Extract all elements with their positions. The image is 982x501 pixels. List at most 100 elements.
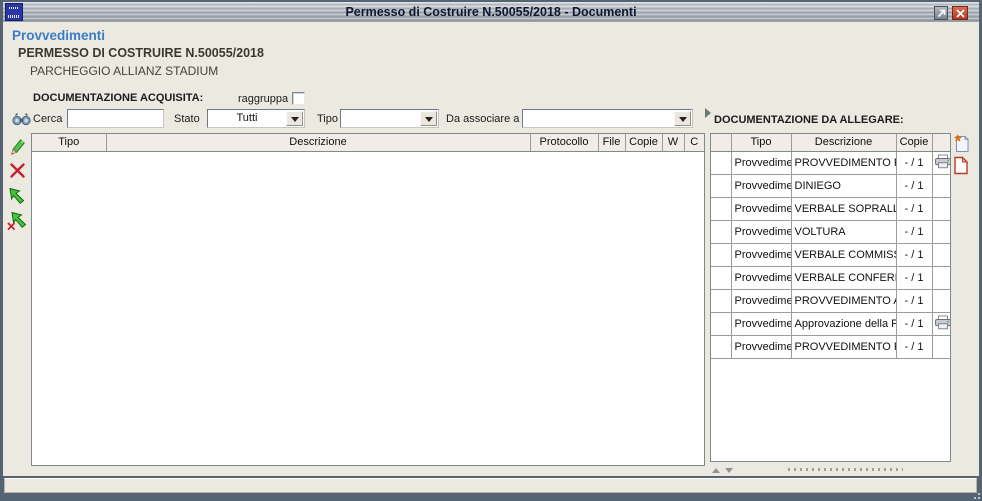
main-content: Provvedimenti PERMESSO DI COSTRUIRE N.50… (3, 22, 979, 476)
column-header-copie[interactable]: Copie (625, 134, 663, 152)
column-header-descrizione[interactable]: Descrizione (106, 134, 531, 152)
column-header-descrizione[interactable]: Descrizione (791, 134, 897, 152)
table-row[interactable]: ProvvedimentiPROVVEDIMENTO FINA- / 1 (711, 335, 950, 359)
table-row[interactable]: ProvvedimentiPROVVEDIMENTO FINA- / 1 (711, 151, 951, 175)
row-selector-cell (711, 220, 732, 244)
cell-copie: - / 1 (896, 174, 933, 198)
permit-title: PERMESSO DI COSTRUIRE N.50055/2018 (18, 46, 264, 60)
table-row[interactable]: ProvvedimentiVERBALE COMMISSION- / 1 (711, 243, 950, 267)
cell-print (932, 151, 951, 175)
raggruppa-checkbox[interactable] (292, 92, 305, 105)
cell-tipo: Provvedimenti (731, 220, 792, 244)
row-selector-cell (711, 266, 732, 290)
acquired-table-header: Tipo Descrizione Protocollo File Copie W C (32, 134, 704, 152)
cell-copie: - / 1 (896, 335, 933, 359)
red-document-icon (954, 155, 969, 174)
associate-button[interactable] (5, 184, 29, 207)
column-header-file[interactable]: File (598, 134, 626, 152)
tipo-select[interactable] (340, 109, 439, 128)
printer-icon[interactable] (934, 154, 951, 169)
row-selector-cell (711, 312, 732, 336)
delete-button[interactable] (5, 159, 29, 182)
raggruppa-label: raggruppa (238, 93, 289, 105)
cell-tipo: Provvedimenti (731, 266, 792, 290)
cell-print (932, 312, 951, 336)
cell-print (932, 243, 950, 267)
row-selector-cell (711, 174, 732, 198)
column-header-tipo[interactable]: Tipo (32, 134, 107, 152)
pencil-icon (11, 138, 25, 155)
resize-grip[interactable] (973, 492, 981, 500)
cell-tipo: Provvedimenti (731, 312, 792, 336)
cell-tipo: Provvedimenti (731, 151, 792, 175)
breadcrumb[interactable]: Provvedimenti (12, 28, 105, 43)
chevron-down-icon[interactable] (286, 111, 303, 126)
cell-print (932, 197, 950, 221)
cell-print (932, 220, 950, 244)
cell-descrizione: PROVVEDIMENTO FINA (791, 151, 897, 175)
table-row[interactable]: ProvvedimentiVERBALE SOPRALLUOG- / 1 (711, 197, 950, 221)
column-header-c[interactable]: C (684, 134, 704, 152)
column-header[interactable] (932, 134, 950, 152)
da-associare-label: Da associare a (446, 113, 520, 125)
section-label-da-allegare: DOCUMENTAZIONE DA ALLEGARE: (714, 114, 904, 126)
row-selector-cell (711, 289, 732, 313)
column-header-protocollo[interactable]: Protocollo (530, 134, 599, 152)
close-x-icon (955, 8, 965, 18)
titlebar[interactable]: Permesso di Costruire N.50055/2018 - Doc… (3, 2, 979, 22)
table-row[interactable]: ProvvedimentiPROVVEDIMENTO ACC- / 1 (711, 289, 950, 313)
splitter-expand-up-icon[interactable] (712, 468, 720, 473)
splitter-expand-down-icon[interactable] (725, 468, 733, 473)
cell-tipo: Provvedimenti (731, 289, 792, 313)
cell-tipo: Provvedimenti (731, 174, 792, 198)
close-button[interactable] (952, 6, 968, 20)
chevron-down-icon[interactable] (420, 111, 437, 126)
app-window: Permesso di Costruire N.50055/2018 - Doc… (0, 0, 982, 501)
window-title: Permesso di Costruire N.50055/2018 - Doc… (345, 5, 637, 19)
search-input[interactable] (67, 109, 164, 128)
new-document-button[interactable] (951, 133, 971, 153)
stato-select[interactable]: Tutti (207, 109, 305, 128)
cell-copie: - / 1 (896, 220, 933, 244)
acquired-documents-table: Tipo Descrizione Protocollo File Copie W C (31, 133, 705, 466)
cell-tipo: Provvedimenti (731, 335, 792, 359)
table-row[interactable]: ProvvedimentiApprovazione della Pro- / 1 (711, 312, 951, 336)
binoculars-icon[interactable] (12, 112, 31, 126)
search-label: Cerca (33, 113, 63, 125)
chevron-down-icon[interactable] (674, 111, 691, 126)
green-arrow-icon (9, 187, 25, 204)
cell-descrizione: VOLTURA (791, 220, 897, 244)
cell-descrizione: PROVVEDIMENTO ACC (791, 289, 897, 313)
table-row[interactable]: ProvvedimentiVERBALE CONFERENZA- / 1 (711, 266, 950, 290)
row-selector-cell (711, 335, 732, 359)
maximize-button[interactable] (934, 6, 948, 20)
cell-print (932, 289, 950, 313)
cell-descrizione: PROVVEDIMENTO FINA (791, 335, 897, 359)
cell-print (932, 266, 950, 290)
dissociate-button[interactable] (5, 208, 29, 231)
column-header-w[interactable]: W (662, 134, 685, 152)
empty-document-button[interactable] (951, 155, 971, 175)
cell-descrizione: VERBALE CONFERENZA (791, 266, 897, 290)
tipo-label: Tipo (317, 113, 338, 125)
section-label-acquisita: DOCUMENTAZIONE ACQUISITA: (33, 92, 204, 104)
row-selector-cell (711, 151, 732, 175)
row-selector-cell (711, 243, 732, 267)
edit-button[interactable] (5, 135, 29, 158)
cell-descrizione: DINIEGO (791, 174, 897, 198)
cell-copie: - / 1 (896, 312, 933, 336)
stato-label: Stato (174, 113, 200, 125)
column-header-copie[interactable]: Copie (896, 134, 933, 152)
maggioli-logo-icon (5, 3, 23, 21)
maximize-arrow-icon (937, 9, 945, 17)
printer-icon[interactable] (934, 315, 951, 330)
table-row[interactable]: ProvvedimentiDINIEGO- / 1 (711, 174, 950, 198)
horizontal-splitter[interactable] (706, 464, 979, 476)
column-header-tipo[interactable]: Tipo (731, 134, 792, 152)
column-header[interactable] (711, 134, 732, 152)
cell-descrizione: VERBALE SOPRALLUOG (791, 197, 897, 221)
table-row[interactable]: ProvvedimentiVOLTURA- / 1 (711, 220, 950, 244)
da-associare-select[interactable] (522, 109, 693, 128)
status-bar (4, 478, 977, 493)
splitter-grip[interactable] (788, 468, 903, 471)
